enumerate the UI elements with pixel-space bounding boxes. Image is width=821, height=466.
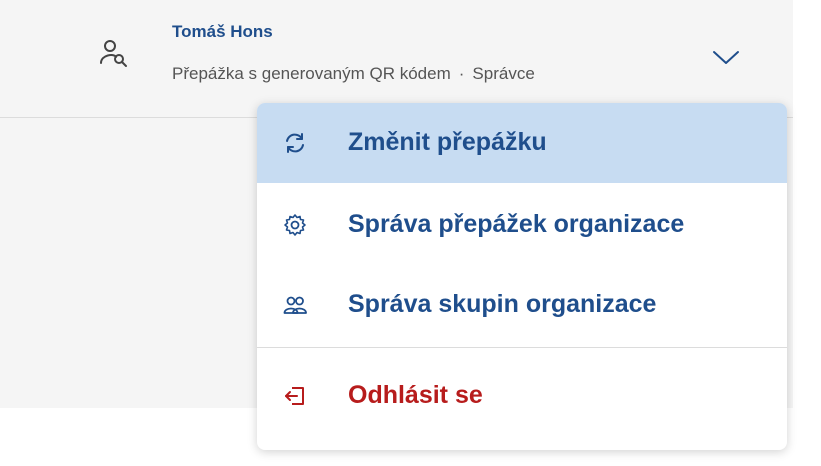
chevron-down-icon[interactable] (711, 48, 741, 68)
menu-item-label: Správa přepážek organizace (348, 210, 685, 238)
page: Tomáš Hons Přepážka s generovaným QR kód… (0, 0, 821, 466)
separator: · (458, 64, 465, 83)
logout-icon (285, 387, 304, 405)
counter-name: Přepážka s generovaným QR kódem (172, 64, 451, 83)
user-name: Tomáš Hons (172, 22, 273, 41)
user-subtitle: Přepážka s generovaným QR kódem · Správce (172, 64, 535, 84)
user-search-icon (100, 40, 127, 67)
menu-item-manage-counters[interactable]: Správa přepážek organizace (257, 185, 787, 265)
menu-item-logout[interactable]: Odhlásit se (257, 356, 787, 436)
user-header[interactable]: Tomáš Hons Přepážka s generovaným QR kód… (0, 0, 793, 118)
refresh-icon (286, 133, 304, 153)
user-dropdown-menu: Změnit přepážku Správa přepážek organiza… (257, 103, 787, 450)
users-icon (283, 296, 307, 314)
menu-item-change-counter[interactable]: Změnit přepážku (257, 103, 787, 183)
menu-item-manage-groups[interactable]: Správa skupin organizace (257, 265, 787, 345)
menu-item-label: Správa skupin organizace (348, 290, 657, 318)
user-role: Správce (472, 64, 535, 83)
menu-divider (257, 347, 787, 348)
gear-icon (284, 214, 306, 236)
menu-item-label: Odhlásit se (348, 381, 483, 409)
menu-item-label: Změnit přepážku (348, 128, 547, 156)
